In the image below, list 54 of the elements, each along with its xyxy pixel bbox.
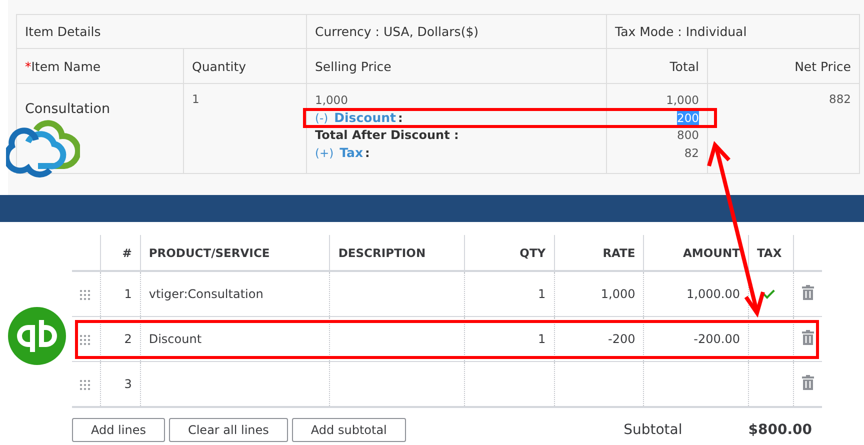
price-value: 1,000 bbox=[315, 93, 348, 107]
section-heading: Currency : USA, Dollars($) bbox=[315, 24, 479, 39]
amount-value: -200.00 bbox=[694, 332, 740, 346]
column-header: Net Price bbox=[794, 58, 851, 74]
section-heading: Item Details bbox=[25, 24, 101, 39]
column-header: DESCRIPTION bbox=[338, 246, 426, 260]
quantity-value: 1 bbox=[538, 287, 546, 301]
total-value: 200 bbox=[677, 110, 699, 124]
subtotal-label: Subtotal bbox=[624, 422, 682, 438]
circle-logo-icon bbox=[8, 307, 66, 365]
drag-handle-icon[interactable] bbox=[80, 380, 90, 390]
trash-icon[interactable] bbox=[802, 375, 814, 390]
row-number: 1 bbox=[124, 287, 132, 301]
quantity-value: 1 bbox=[192, 92, 200, 106]
total-value: 1,000 bbox=[666, 93, 699, 107]
total-after-discount-label: Total After Discount : bbox=[315, 128, 459, 142]
total-value: 800 bbox=[677, 128, 699, 142]
rate-value: -200 bbox=[608, 332, 636, 346]
colon-label: : bbox=[398, 110, 403, 124]
column-header: AMOUNT bbox=[683, 246, 740, 260]
cloud-logo-icon bbox=[6, 120, 80, 178]
column-header: PRODUCT/SERVICE bbox=[148, 246, 270, 260]
column-header: Total bbox=[670, 58, 699, 74]
link[interactable]: Tax bbox=[340, 144, 364, 160]
drag-handle-icon[interactable] bbox=[80, 290, 90, 300]
row-number: 3 bbox=[124, 377, 132, 391]
column-header: # bbox=[122, 246, 132, 260]
column-header: Quantity bbox=[192, 58, 246, 74]
column-header: QTY bbox=[520, 246, 546, 260]
column-header: TAX bbox=[756, 246, 782, 260]
total-value: 82 bbox=[684, 146, 699, 160]
action-button[interactable]: Add lines bbox=[72, 418, 165, 442]
action-button[interactable]: Add subtotal bbox=[292, 418, 406, 442]
item-name: Consultation bbox=[25, 101, 110, 117]
amount-value: 1,000.00 bbox=[686, 287, 740, 301]
rate-value: 1,000 bbox=[600, 287, 636, 301]
subtotal-value: $800.00 bbox=[748, 422, 812, 438]
column-header: Selling Price bbox=[315, 58, 392, 74]
trash-icon[interactable] bbox=[802, 330, 814, 345]
action-button[interactable]: Clear all lines bbox=[168, 418, 288, 442]
link[interactable]: Discount bbox=[334, 110, 396, 124]
trash-icon[interactable] bbox=[802, 285, 814, 300]
section-heading: Tax Mode : Individual bbox=[615, 24, 747, 39]
quantity-value: 1 bbox=[538, 332, 546, 346]
column-header: *Item Name bbox=[25, 58, 101, 74]
product-name: vtiger:Consultation bbox=[148, 287, 264, 301]
colon-label: : bbox=[365, 146, 370, 160]
drag-handle-icon[interactable] bbox=[80, 334, 90, 345]
net-price-value: 882 bbox=[829, 92, 851, 106]
toggle-link[interactable]: (+) bbox=[315, 146, 334, 160]
column-header: RATE bbox=[602, 246, 636, 260]
toggle-link[interactable]: (-) bbox=[315, 110, 328, 124]
row-number: 2 bbox=[124, 332, 132, 346]
product-name: Discount bbox=[148, 332, 202, 346]
